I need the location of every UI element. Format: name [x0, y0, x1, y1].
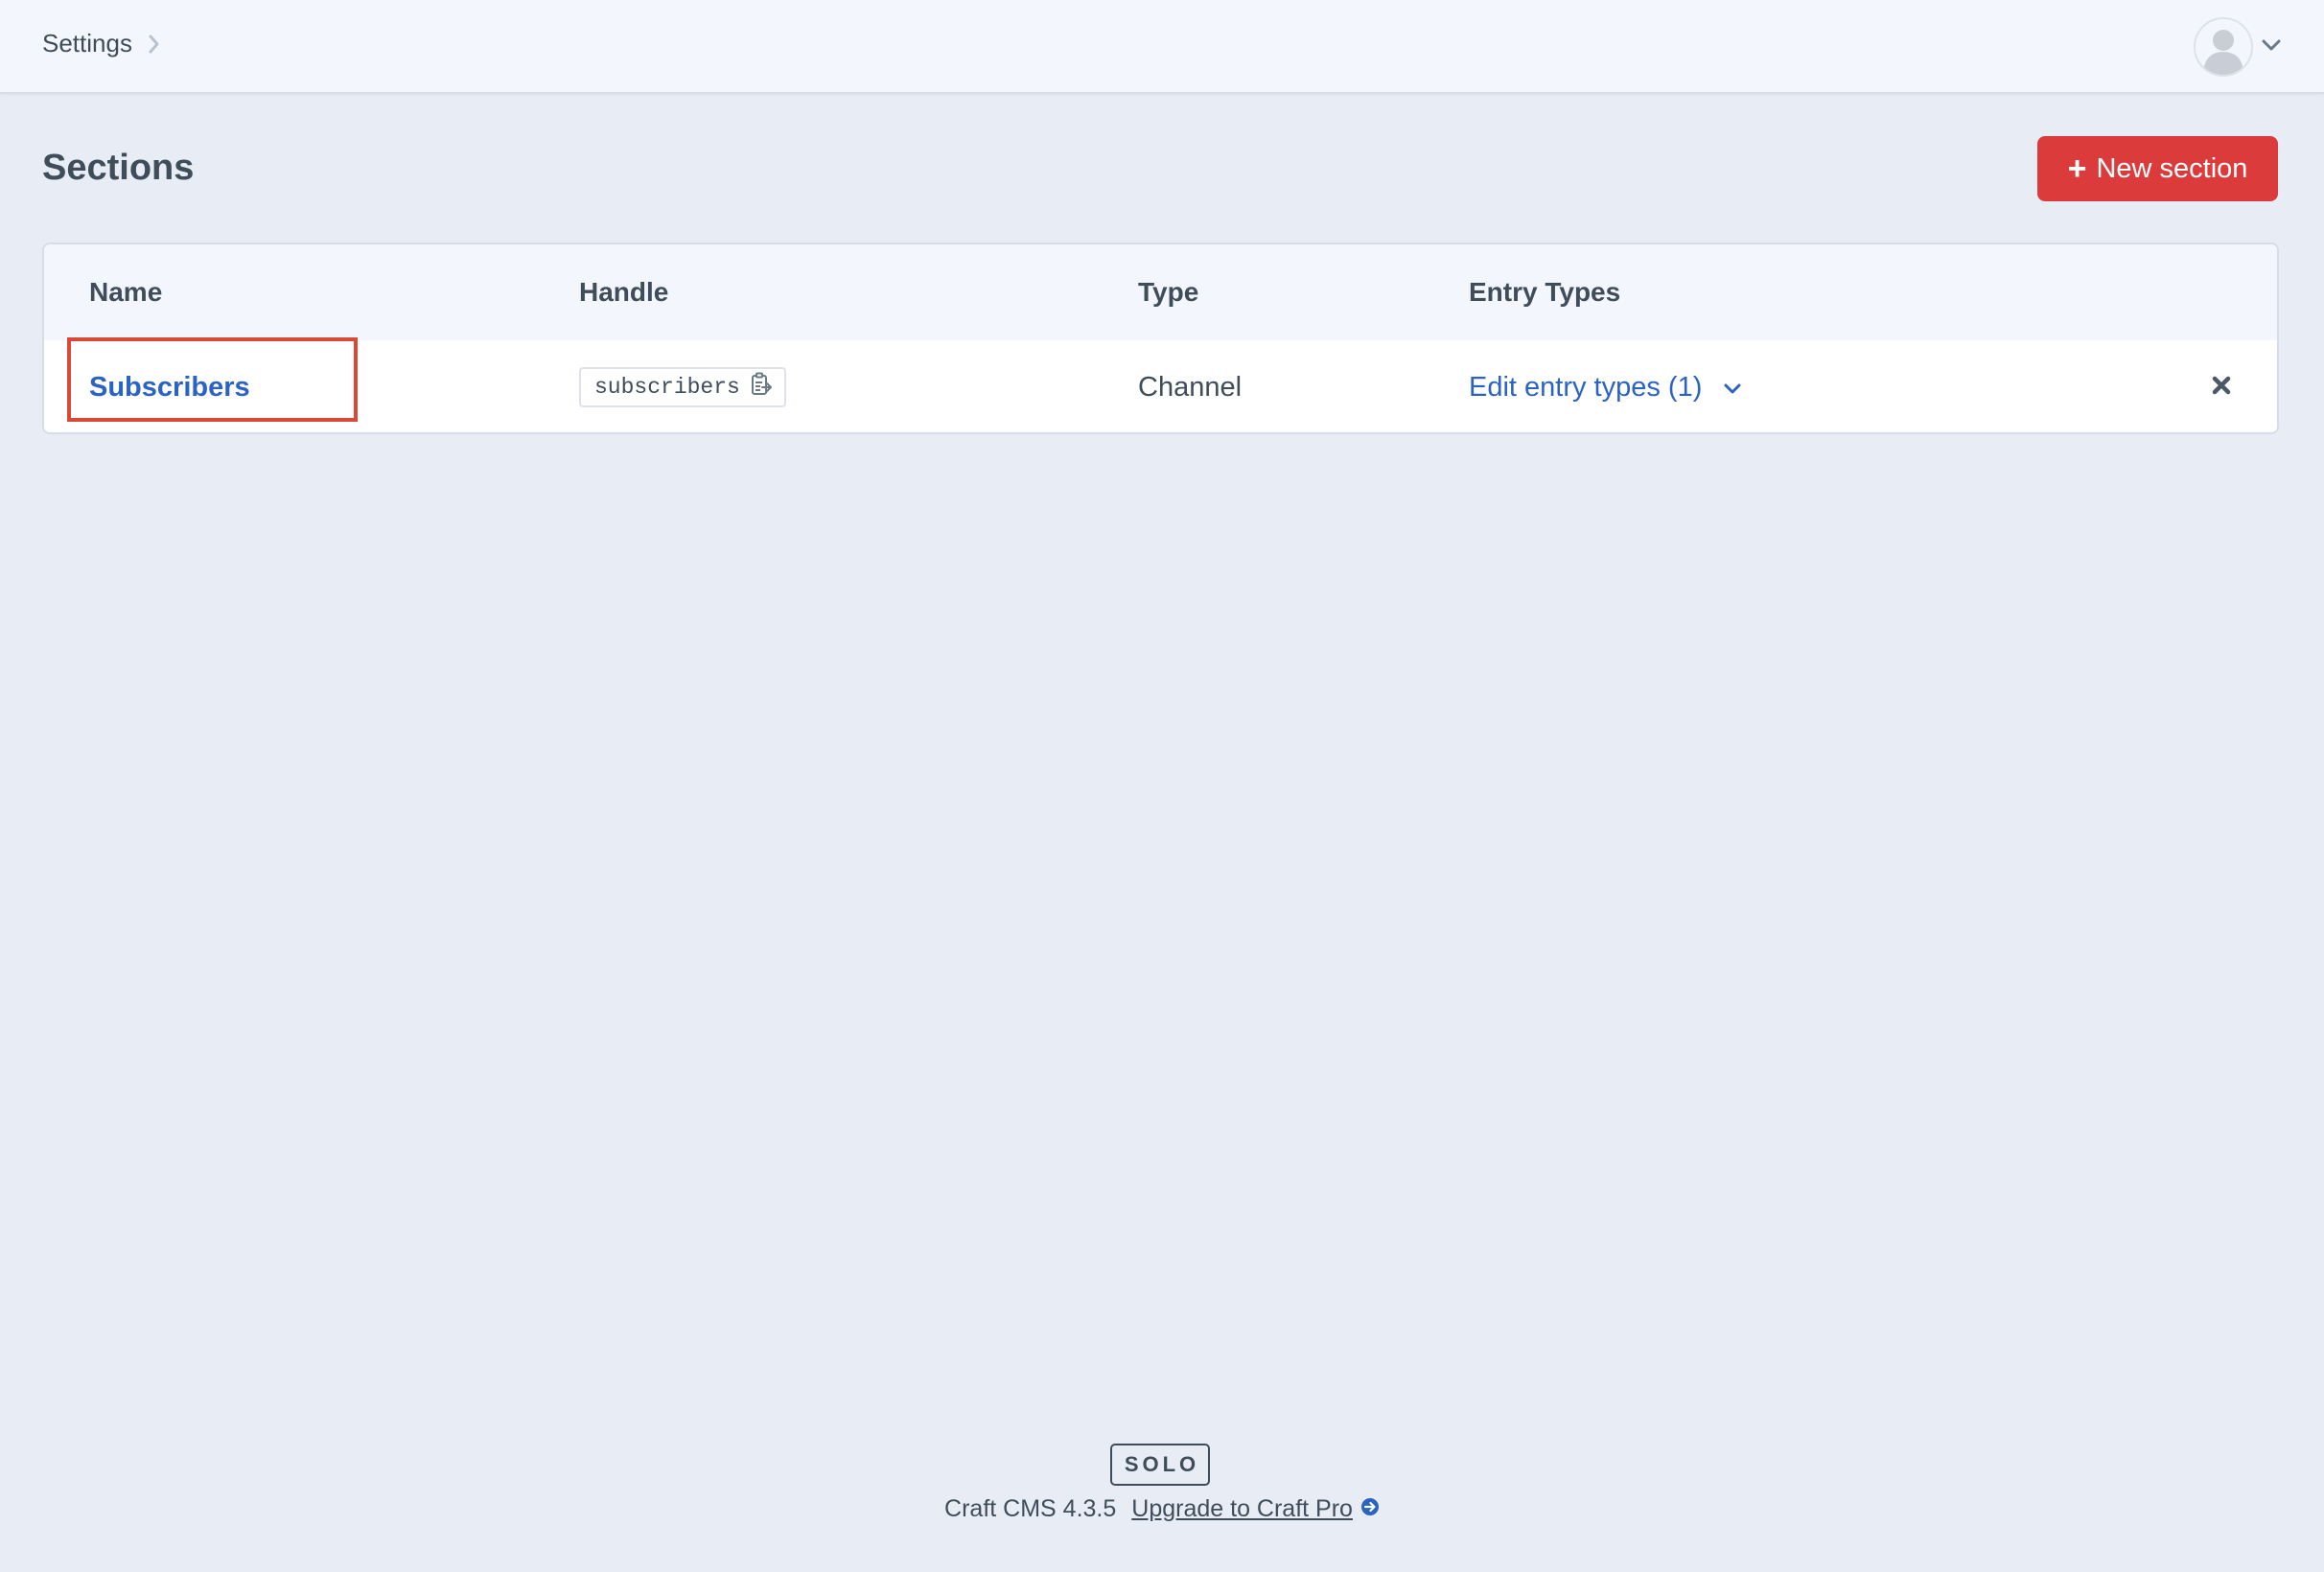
top-header: Settings [0, 0, 2324, 94]
plus-icon: + [2067, 150, 2087, 187]
chevron-down-icon [1723, 372, 1742, 404]
copy-clipboard-icon[interactable] [750, 372, 773, 404]
column-header-handle: Handle [579, 277, 669, 307]
upgrade-link[interactable]: Upgrade to Craft Pro [1131, 1495, 1353, 1523]
arrow-circle-right-icon[interactable] [1360, 1495, 1380, 1523]
table-header: Name Handle Type Entry Types [44, 244, 2277, 340]
handle-text: subscribers [594, 375, 740, 400]
delete-cell [2211, 340, 2232, 432]
edit-entry-types-label: Edit entry types (1) [1469, 371, 1703, 403]
delete-x-icon[interactable] [2211, 375, 2232, 401]
chevron-down-icon [2261, 38, 2282, 57]
chevron-right-icon [148, 33, 161, 56]
table-row: Subscribers subscribers Channel Edit ent… [44, 337, 2277, 432]
new-section-label: New section [2096, 152, 2248, 184]
edit-entry-types-button[interactable]: Edit entry types (1) [1469, 372, 1742, 404]
column-header-type: Type [1138, 277, 1199, 307]
handle-badge: subscribers [579, 367, 786, 407]
page-title: Sections [42, 148, 195, 188]
column-header-entry-types: Entry Types [1469, 277, 1621, 307]
user-menu-button[interactable] [2194, 17, 2282, 77]
sections-table: Name Handle Type Entry Types Subscribers… [42, 243, 2279, 434]
avatar [2194, 17, 2253, 77]
name-cell: Subscribers [89, 340, 250, 432]
section-type: Channel [1138, 371, 1243, 403]
user-icon [2203, 30, 2243, 75]
new-section-button[interactable]: + New section [2037, 136, 2278, 201]
section-name-link[interactable]: Subscribers [89, 372, 250, 404]
handle-cell: subscribers [579, 340, 786, 432]
edition-badge: SOLO [1110, 1444, 1210, 1486]
footer: Craft CMS 4.3.5 Upgrade to Craft Pro [0, 1495, 2324, 1523]
breadcrumb-settings-link[interactable]: Settings [42, 29, 132, 58]
column-header-name: Name [89, 277, 163, 307]
craft-version: Craft CMS 4.3.5 [944, 1495, 1117, 1522]
breadcrumb: Settings [42, 29, 161, 58]
entry-types-cell: Edit entry types (1) [1469, 340, 1742, 432]
type-cell: Channel [1138, 340, 1243, 432]
